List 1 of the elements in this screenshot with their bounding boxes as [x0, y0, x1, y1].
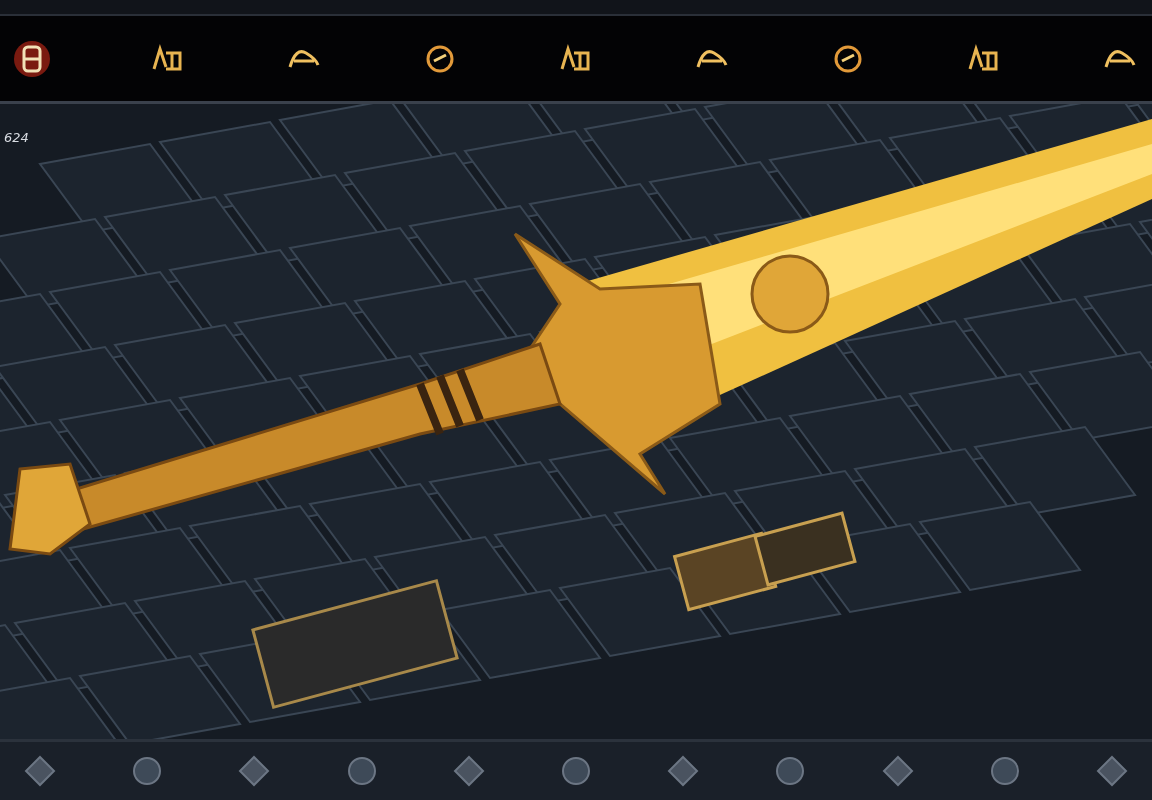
counter-text: 624 — [4, 130, 29, 145]
